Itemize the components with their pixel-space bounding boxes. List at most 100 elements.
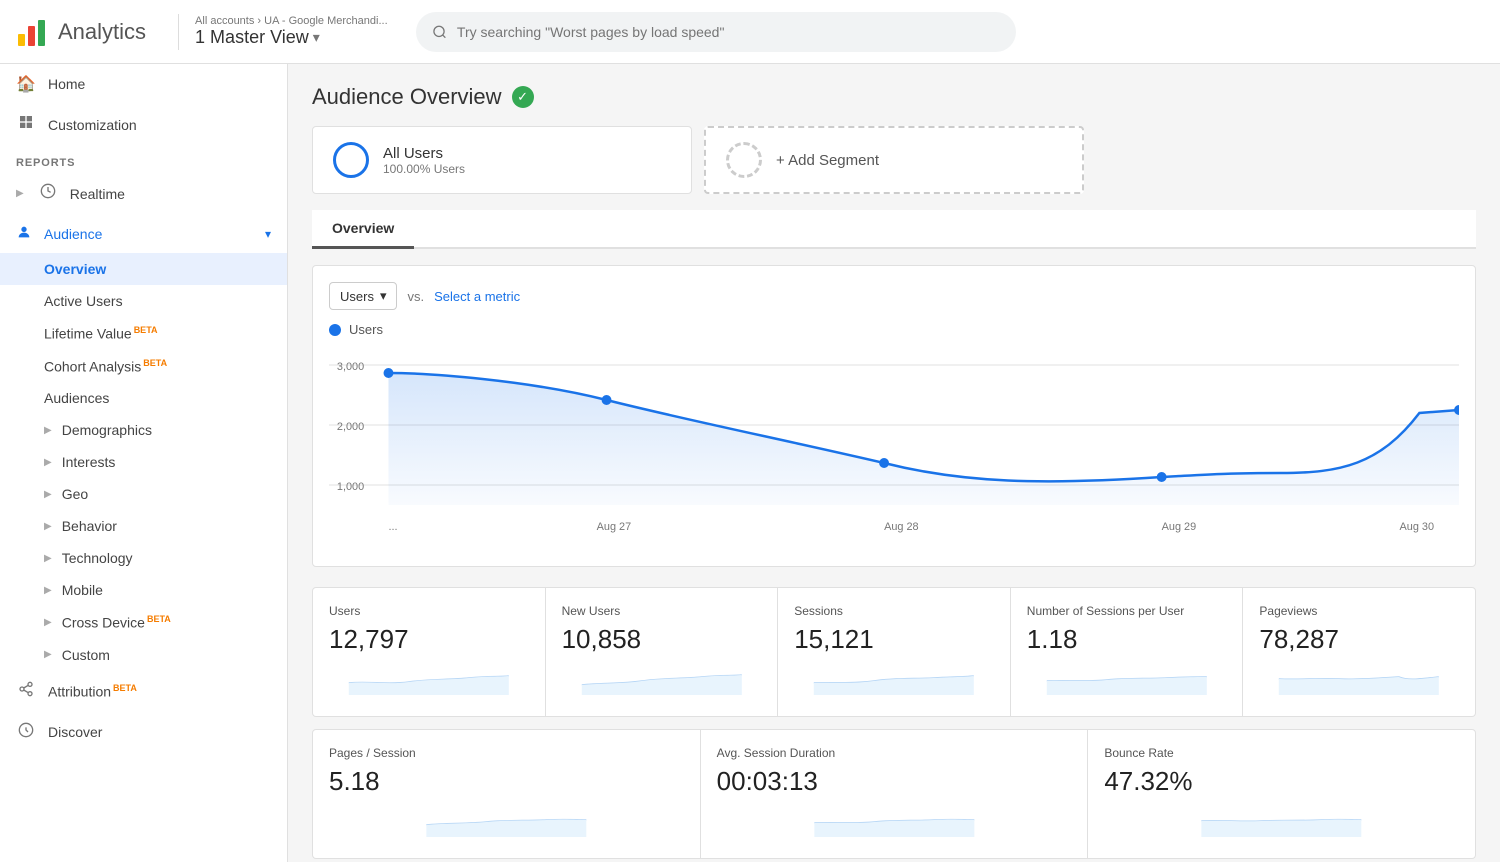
top-header: Analytics All accounts › UA - Google Mer… [0,0,1500,64]
metric-selector[interactable]: Users ▾ [329,282,397,310]
sidebar-item-discover[interactable]: Discover [0,712,287,753]
segment-row: All Users 100.00% Users + Add Segment [312,126,1476,194]
mini-chart-avg-session-duration [717,805,1072,837]
sidebar-item-customization[interactable]: Customization [0,104,287,145]
select-metric-link[interactable]: Select a metric [434,289,520,304]
metric-value-pageviews: 78,287 [1259,624,1459,655]
view-name: 1 Master View [195,27,309,48]
metric-card-sessions: Sessions 15,121 [778,588,1010,716]
page-title: Audience Overview [312,84,502,110]
legend-label-users: Users [349,322,383,337]
main-layout: 🏠 Home Customization REPORTS ▶ Realtime … [0,64,1500,862]
metric-card-bounce-rate: Bounce Rate 47.32% [1088,730,1475,858]
sidebar-sub-label-geo: Geo [62,486,88,502]
metric-selector-chevron-icon: ▾ [380,288,387,304]
svg-text:Aug 30: Aug 30 [1400,521,1435,533]
sidebar-sub-label-technology: Technology [62,550,133,566]
sidebar-label-attribution: AttributionBETA [48,683,137,700]
tab-overview[interactable]: Overview [312,210,414,249]
sidebar-sub-mobile[interactable]: ▶ Mobile [0,574,287,606]
metric-value-bounce-rate: 47.32% [1104,766,1459,797]
line-chart-svg: 3,000 2,000 1,000 ... Aug 27 Aug 28 Aug … [329,345,1459,545]
metric-label-pageviews: Pageviews [1259,604,1459,618]
beta-badge-cross-device: BETA [147,614,171,624]
sidebar-label-realtime: Realtime [70,186,125,202]
header-divider [178,14,179,50]
sidebar-sub-label-overview: Overview [44,261,106,277]
sidebar-label-discover: Discover [48,724,102,740]
technology-chevron-icon: ▶ [44,553,52,564]
sidebar-label-customization: Customization [48,117,137,133]
tabs-row: Overview [312,210,1476,249]
sidebar-sub-cross-device[interactable]: ▶ Cross DeviceBETA [0,606,287,639]
breadcrumb-area: All accounts › UA - Google Merchandi... … [195,15,388,48]
metric-card-users: Users 12,797 [313,588,545,716]
audience-icon [16,224,32,243]
chart-legend: Users [329,322,1459,337]
metric-label-sessions-per-user: Number of Sessions per User [1027,604,1227,618]
metric-label-bounce-rate: Bounce Rate [1104,746,1459,760]
sidebar-label-audience: Audience [44,226,102,242]
sidebar-sub-label-cross-device: Cross DeviceBETA [62,614,171,631]
chart-container: Users ▾ vs. Select a metric Users 3,00 [312,265,1476,567]
view-selector[interactable]: 1 Master View ▾ [195,27,388,48]
metric-selector-label: Users [340,289,374,304]
svg-text:3,000: 3,000 [337,361,364,373]
mini-chart-bounce-rate [1104,805,1459,837]
mini-chart-new-users [562,663,762,695]
segment-info: All Users 100.00% Users [383,145,465,176]
add-segment-button[interactable]: + Add Segment [704,126,1084,194]
search-bar[interactable] [416,12,1016,52]
sidebar-item-audience[interactable]: Audience ▾ [0,214,287,253]
sidebar-sub-label-mobile: Mobile [62,582,103,598]
metric-value-new-users: 10,858 [562,624,762,655]
sidebar-item-realtime[interactable]: ▶ Realtime [0,173,287,214]
svg-text:Aug 27: Aug 27 [597,521,632,533]
app-title: Analytics [58,19,146,45]
metric-label-new-users: New Users [562,604,762,618]
metric-label-sessions: Sessions [794,604,994,618]
svg-text:Aug 29: Aug 29 [1162,521,1197,533]
sidebar-item-home[interactable]: 🏠 Home [0,64,287,104]
metric-value-avg-session-duration: 00:03:13 [717,766,1072,797]
chevron-right-icon: ▶ [16,188,24,199]
metric-card-sessions-per-user: Number of Sessions per User 1.18 [1011,588,1243,716]
verified-icon: ✓ [512,86,534,108]
metric-value-sessions-per-user: 1.18 [1027,624,1227,655]
sidebar-sub-cohort-analysis[interactable]: Cohort AnalysisBETA [0,350,287,383]
sidebar-item-attribution[interactable]: AttributionBETA [0,671,287,712]
sidebar-sub-technology[interactable]: ▶ Technology [0,542,287,574]
mini-chart-pages-per-session [329,805,684,837]
metric-card-pageviews: Pageviews 78,287 [1243,588,1475,716]
sidebar: 🏠 Home Customization REPORTS ▶ Realtime … [0,64,288,862]
metric-label-pages-per-session: Pages / Session [329,746,684,760]
metric-card-pages-per-session: Pages / Session 5.18 [313,730,700,858]
sidebar-sub-demographics[interactable]: ▶ Demographics [0,414,287,446]
mobile-chevron-icon: ▶ [44,585,52,596]
sidebar-sub-active-users[interactable]: Active Users [0,285,287,317]
sidebar-sub-label-lifetime-value: Lifetime ValueBETA [44,325,158,342]
content-area: Audience Overview ✓ All Users 100.00% Us… [288,64,1500,862]
search-icon [432,24,447,40]
segment-card-all-users[interactable]: All Users 100.00% Users [312,126,692,194]
segment-circle-empty [726,142,762,178]
sidebar-sub-label-interests: Interests [62,454,116,470]
metric-value-pages-per-session: 5.18 [329,766,684,797]
search-input[interactable] [457,24,1000,40]
beta-badge-attribution: BETA [113,683,137,693]
metric-label-users: Users [329,604,529,618]
metric-value-sessions: 15,121 [794,624,994,655]
sidebar-sub-audiences[interactable]: Audiences [0,382,287,414]
sidebar-sub-custom[interactable]: ▶ Custom [0,639,287,671]
sidebar-sub-lifetime-value[interactable]: Lifetime ValueBETA [0,317,287,350]
sidebar-sub-geo[interactable]: ▶ Geo [0,478,287,510]
sidebar-sub-overview[interactable]: Overview [0,253,287,285]
mini-chart-sessions-per-user [1027,663,1227,695]
legend-dot-users [329,324,341,336]
metric-value-users: 12,797 [329,624,529,655]
sidebar-sub-label-behavior: Behavior [62,518,117,534]
sidebar-sub-interests[interactable]: ▶ Interests [0,446,287,478]
vs-text: vs. [407,289,424,304]
demographics-chevron-icon: ▶ [44,425,52,436]
sidebar-sub-behavior[interactable]: ▶ Behavior [0,510,287,542]
